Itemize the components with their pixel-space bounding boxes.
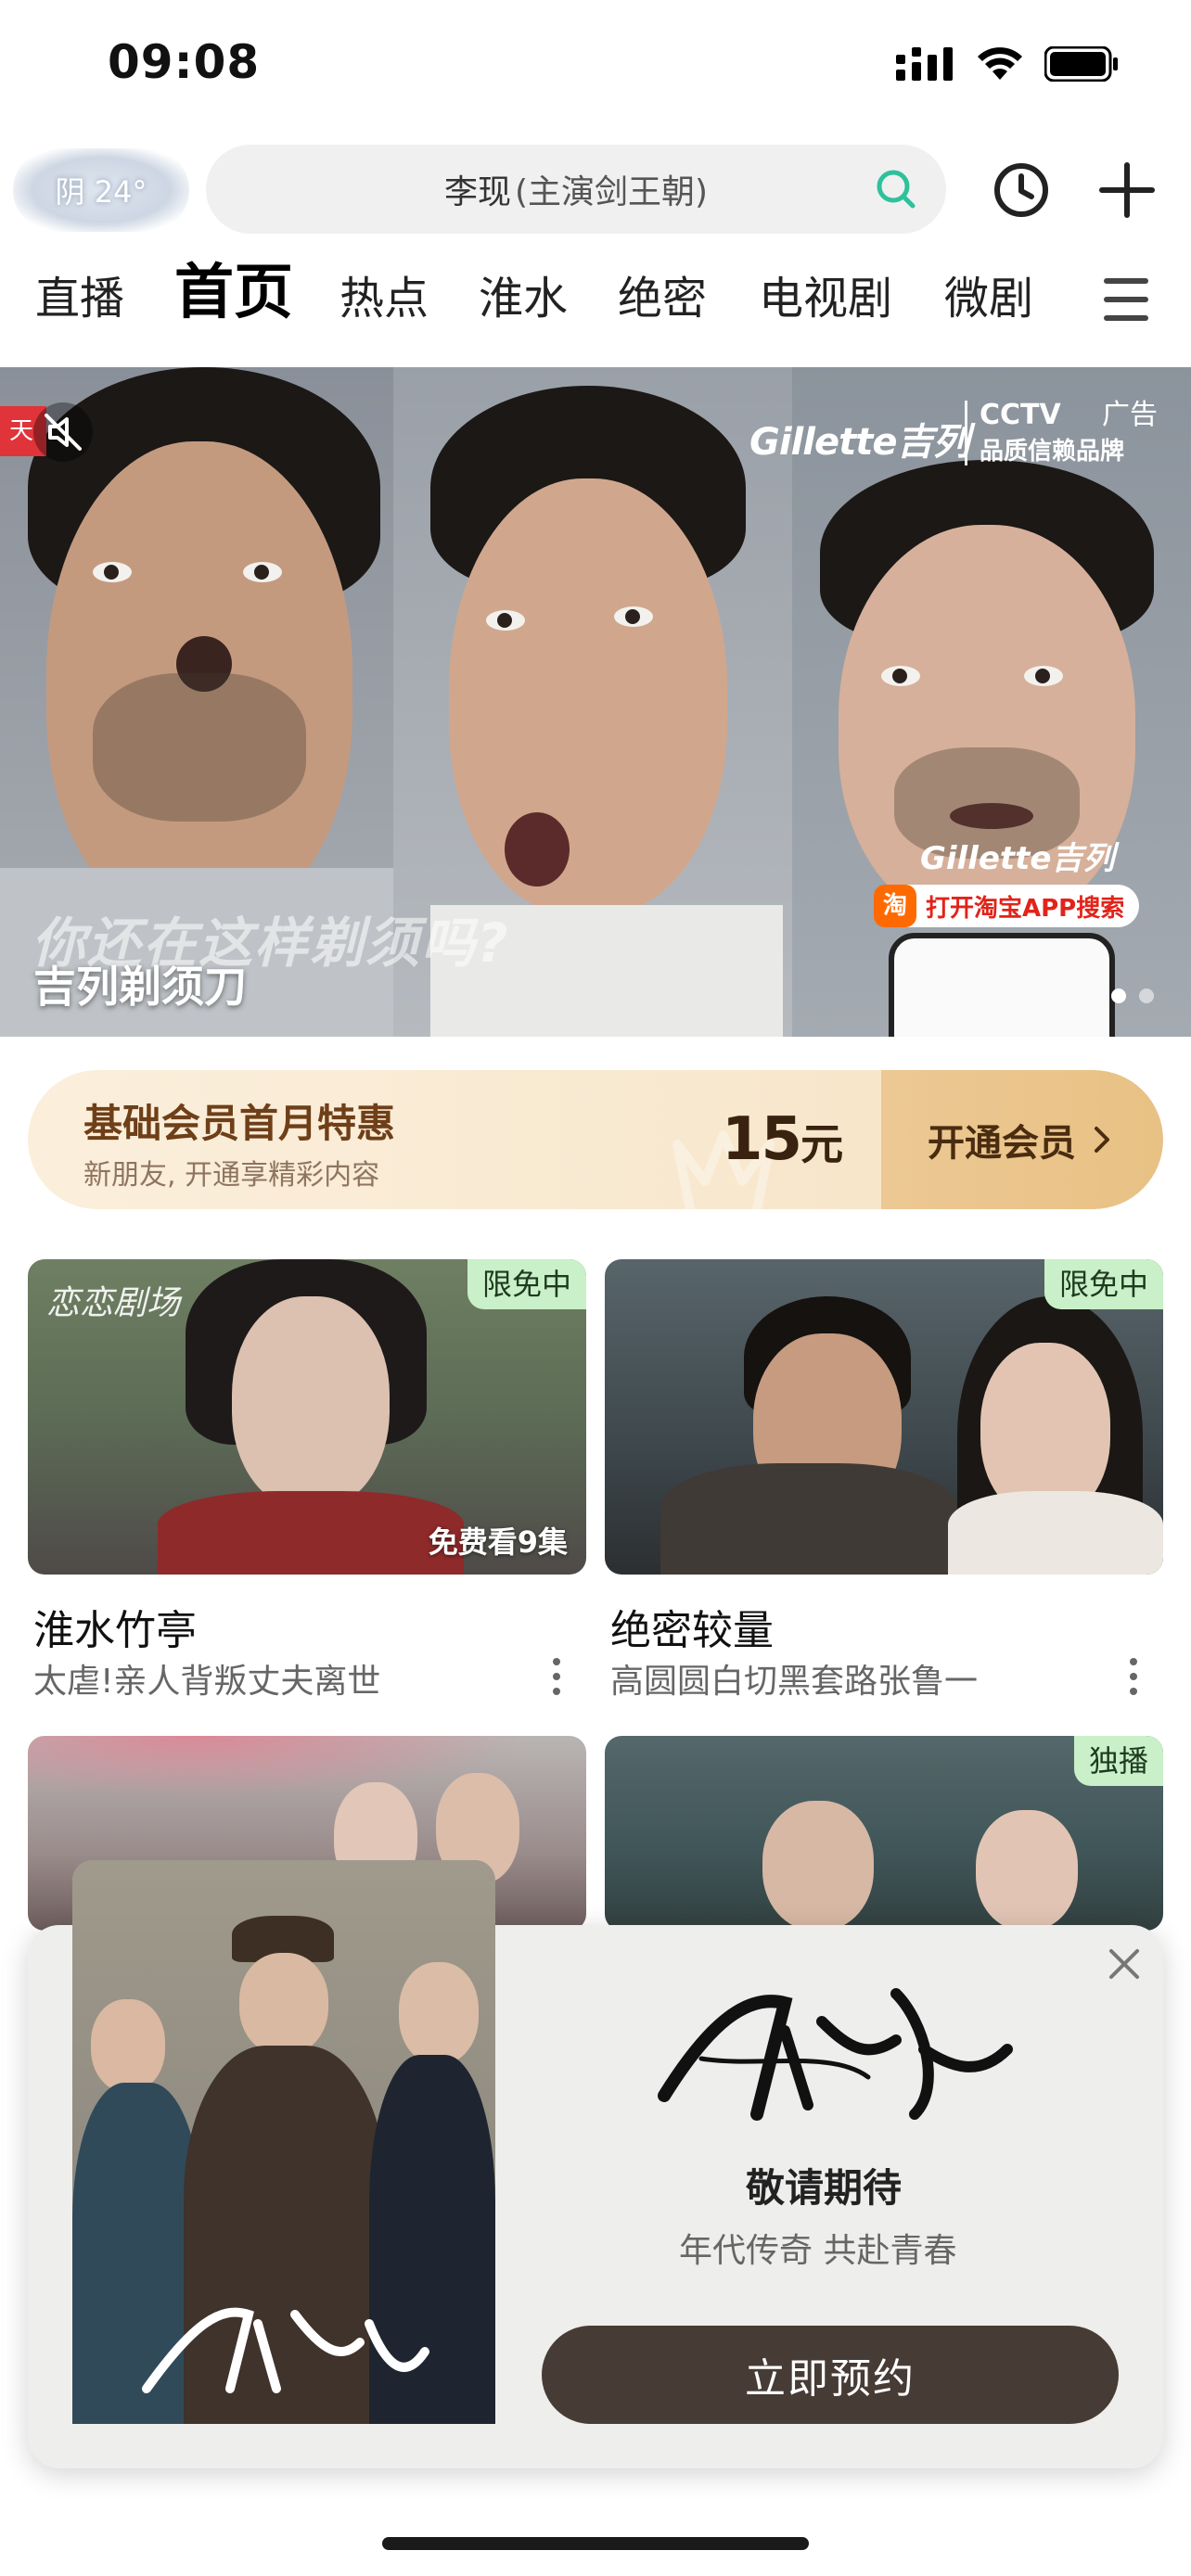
- weather-text: 阴 24°: [55, 174, 147, 210]
- tab-hot[interactable]: 热点: [339, 261, 429, 336]
- status-time: 09:08: [108, 35, 261, 89]
- brand-logo-small: Gillette吉列: [920, 840, 1115, 877]
- taobao-icon: 淘: [874, 885, 916, 927]
- tab-tv-series[interactable]: 电视剧: [759, 261, 892, 336]
- tab-juemi[interactable]: 绝密: [618, 261, 707, 336]
- drama-calligraphy-logo-icon: [658, 1988, 1013, 2121]
- search-keyword: 李现: [443, 173, 511, 211]
- video-desc-2: 高圆圆白切黑套路张鲁一: [610, 1663, 979, 1701]
- status-icons: [896, 46, 1119, 82]
- brand-divider: [965, 401, 967, 465]
- cctv-logo: CCTV: [980, 399, 1061, 431]
- member-title: 基础会员首月特惠: [83, 1101, 396, 1146]
- tab-huaishui[interactable]: 淮水: [479, 261, 568, 336]
- cctv-slogan: 品质信赖品牌: [980, 438, 1125, 465]
- video-title-2[interactable]: 绝密较量: [610, 1597, 774, 1656]
- poster-calligraphy-icon: [142, 2307, 429, 2393]
- member-promo[interactable]: 基础会员首月特惠 新朋友, 开通享精彩内容 15元 开通会员: [28, 1070, 1163, 1209]
- tab-live[interactable]: 直播: [35, 261, 124, 336]
- add-icon[interactable]: [1095, 158, 1159, 223]
- open-membership-label: 开通会员: [928, 1122, 1076, 1165]
- channel-logo: 恋恋剧场: [46, 1284, 181, 1322]
- more-options-icon[interactable]: [1124, 1656, 1143, 1697]
- weather-widget[interactable]: 阴 24°: [13, 148, 189, 232]
- banner-ad[interactable]: 天 Gillette吉列 CCTV 品质信赖品牌 广告 Gillette吉列 淘…: [0, 367, 1191, 1037]
- reserve-button-label: 立即预约: [745, 2355, 916, 2403]
- member-price: 15元: [722, 1105, 843, 1174]
- reserve-button[interactable]: 立即预约: [542, 2326, 1119, 2424]
- ad-label: 广告: [1102, 399, 1158, 431]
- video-title-1[interactable]: 淮水竹亭: [33, 1597, 197, 1656]
- search-keyword-sub: (主演剑王朝): [514, 173, 709, 211]
- page-dot: [1139, 988, 1154, 1003]
- taobao-search-hint: 淘 打开淘宝APP搜索: [874, 885, 1140, 927]
- battery-icon: [1044, 46, 1118, 82]
- wifi-icon: [978, 47, 1022, 80]
- cellular-signal-icon: [896, 47, 953, 81]
- video-card-thumb-4[interactable]: 独播: [605, 1736, 1163, 1931]
- menu-icon[interactable]: [1100, 274, 1152, 325]
- free-badge: 限免中: [1044, 1259, 1163, 1309]
- mute-icon[interactable]: [33, 402, 93, 462]
- drama-poster[interactable]: [72, 1860, 495, 2424]
- brand-logo: Gillette吉列: [749, 421, 969, 464]
- close-icon[interactable]: [1104, 1944, 1145, 1984]
- exclusive-badge: 独播: [1073, 1736, 1163, 1786]
- open-membership-button[interactable]: 开通会员: [881, 1070, 1163, 1209]
- page-dot-active: [1111, 988, 1126, 1003]
- video-card-thumb-2[interactable]: 限免中: [605, 1259, 1163, 1575]
- video-card-thumb-1[interactable]: 恋恋剧场 限免中 免费看9集: [28, 1259, 586, 1575]
- free-episodes-label: 免费看9集: [428, 1524, 568, 1560]
- free-badge: 限免中: [467, 1259, 586, 1309]
- video-desc-1: 太虐!亲人背叛丈夫离世: [33, 1663, 381, 1701]
- price-number: 15: [722, 1105, 802, 1174]
- taobao-text: 打开淘宝APP搜索: [926, 894, 1125, 923]
- price-unit: 元: [800, 1119, 843, 1169]
- history-icon[interactable]: [989, 158, 1054, 223]
- phone-mockup: [889, 933, 1115, 1037]
- popup-heading: 敬请期待: [746, 2165, 903, 2211]
- popup-subtitle: 年代传奇 共赴青春: [679, 2232, 957, 2270]
- home-indicator[interactable]: [382, 2537, 809, 2550]
- search-icon[interactable]: [874, 167, 918, 211]
- banner-title: 吉列剃须刀: [33, 962, 247, 1012]
- tab-micro-drama[interactable]: 微剧: [944, 261, 1033, 336]
- more-options-icon[interactable]: [547, 1656, 566, 1697]
- search-bar[interactable]: 李现 (主演剑王朝): [206, 145, 946, 234]
- banner-pagination: [1111, 988, 1154, 1003]
- channel-tabs: 直播 首页 热点 淮水 绝密 电视剧 微剧: [0, 259, 1191, 341]
- tab-home[interactable]: 首页: [174, 256, 293, 330]
- chevron-right-icon: [1095, 1127, 1109, 1153]
- member-subtitle: 新朋友, 开通享精彩内容: [83, 1159, 380, 1192]
